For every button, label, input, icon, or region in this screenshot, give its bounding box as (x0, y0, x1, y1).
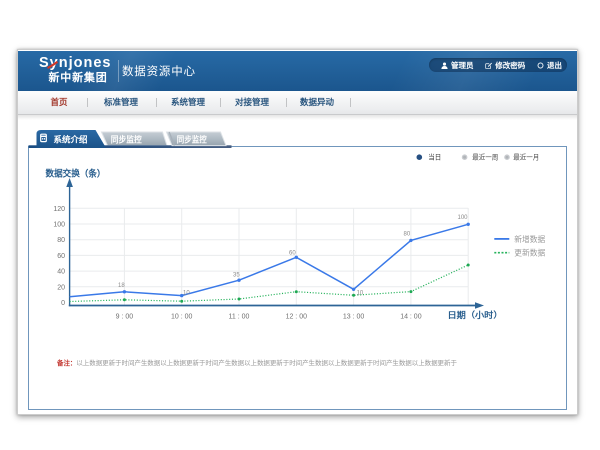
svg-text:35: 35 (233, 273, 240, 279)
svg-text:11 : 00: 11 : 00 (229, 314, 250, 321)
svg-text:13 : 00: 13 : 00 (343, 314, 365, 321)
svg-text:80: 80 (404, 232, 411, 238)
svg-text:10: 10 (183, 291, 190, 297)
svg-text:20: 20 (57, 284, 65, 291)
svg-text:更新数据: 更新数据 (514, 248, 545, 258)
svg-text:系统介绍: 系统介绍 (54, 135, 88, 145)
svg-text:14 : 00: 14 : 00 (400, 314, 422, 321)
svg-text:80: 80 (57, 237, 65, 244)
svg-text:60: 60 (57, 253, 65, 260)
svg-text:12 : 00: 12 : 00 (286, 314, 308, 321)
svg-text:40: 40 (57, 269, 65, 276)
svg-text:60: 60 (289, 251, 296, 257)
svg-text:100: 100 (458, 215, 469, 221)
svg-text:0: 0 (61, 300, 65, 307)
svg-text:18: 18 (118, 283, 125, 289)
svg-text:120: 120 (53, 206, 65, 213)
svg-text:新增数据: 新增数据 (514, 234, 545, 244)
svg-text:100: 100 (53, 222, 65, 229)
svg-text:10 : 00: 10 : 00 (171, 314, 193, 321)
svg-text:同步监控: 同步监控 (177, 135, 207, 145)
svg-text:日期（小时）: 日期（小时） (448, 310, 503, 320)
svg-text:同步监控: 同步监控 (111, 135, 142, 145)
svg-text:9 : 00: 9 : 00 (116, 314, 134, 321)
svg-text:数据交换（条）: 数据交换（条） (46, 167, 106, 178)
svg-text:10: 10 (357, 291, 364, 297)
